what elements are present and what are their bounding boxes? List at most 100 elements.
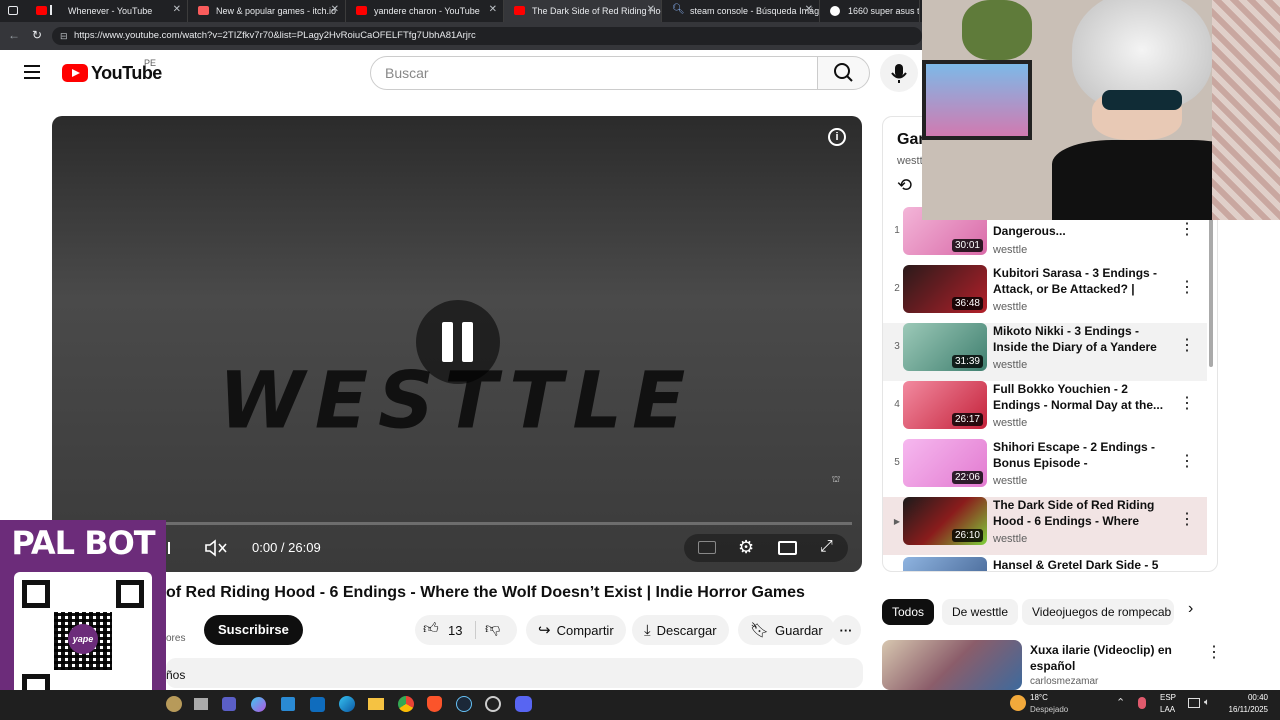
chip-from-channel[interactable]: De westtle	[942, 599, 1019, 625]
item-index: 5	[894, 457, 900, 468]
outlook-icon[interactable]	[310, 697, 325, 712]
item-title: Mikoto Nikki - 3 Endings - Inside the Di…	[993, 324, 1157, 354]
microphone-icon[interactable]	[1138, 697, 1146, 709]
yape-logo: yape	[68, 624, 98, 654]
share-button[interactable]: ↪ Compartir	[526, 615, 626, 645]
browser-tab[interactable]: yandere charon - YouTube ✕	[346, 0, 504, 22]
playlist-item-current[interactable]: ▶ 26:10 The Dark Side of Red Riding Hood…	[883, 497, 1207, 555]
close-tab-icon[interactable]: ✕	[489, 4, 497, 15]
close-tab-icon[interactable]: ✕	[647, 4, 655, 15]
settings-gear-icon[interactable]: ⚙	[738, 537, 754, 557]
more-vertical-icon[interactable]: ⋮	[1179, 451, 1195, 471]
video-thumbnail: 36:48	[903, 265, 987, 313]
theater-mode-icon[interactable]	[778, 541, 797, 555]
bookmark-icon: 🔖︎	[750, 622, 770, 639]
search-placeholder: Buscar	[385, 65, 429, 81]
steam-icon[interactable]	[456, 696, 472, 712]
download-icon: ⤓	[644, 621, 651, 639]
more-vertical-icon[interactable]: ⋮	[1179, 335, 1195, 355]
loop-icon[interactable]: ⟲	[897, 175, 912, 196]
chrome-icon[interactable]	[398, 696, 414, 712]
language-indicator[interactable]: ESP	[1160, 693, 1176, 702]
discord-icon[interactable]	[515, 696, 532, 712]
dislike-icon[interactable]: 👎︎	[485, 620, 500, 638]
windows-taskbar: 18°C Despejado ⌃ ESP LAA 🔈︎ 00:40 16/11/…	[0, 690, 1280, 720]
site-info-icon[interactable]: ⊟	[60, 27, 68, 45]
volume-icon[interactable]: 🔈︎	[1204, 697, 1210, 708]
playlist-scrollbar[interactable]	[1209, 217, 1213, 367]
mute-button[interactable]	[202, 536, 230, 560]
chip-puzzle-games[interactable]: Videojuegos de rompecab	[1022, 599, 1174, 625]
close-tab-icon[interactable]: ✕	[331, 4, 339, 15]
item-title: The Dark Side of Red Riding Hood - 6 End…	[993, 498, 1155, 528]
store-icon[interactable]	[281, 697, 295, 711]
browser-tab[interactable]: New & popular games - itch.io ✕	[188, 0, 346, 22]
voice-search-button[interactable]	[880, 54, 918, 92]
close-tab-icon[interactable]: ✕	[173, 4, 181, 15]
youtube-logo[interactable]: YouTube PE	[62, 58, 162, 84]
info-icon[interactable]: i	[828, 128, 846, 146]
more-vertical-icon[interactable]: ⋮	[1179, 219, 1195, 239]
more-vertical-icon[interactable]: ⋮	[1179, 277, 1195, 297]
fullscreen-icon[interactable]: ⤢	[820, 538, 833, 556]
obs-icon[interactable]	[485, 696, 501, 712]
reload-icon[interactable]: ↻	[32, 28, 42, 42]
more-vertical-icon[interactable]: ⋮	[1179, 393, 1195, 413]
video-thumbnail	[903, 557, 987, 571]
browser-tab[interactable]: 🔍︎ steam console - Búsqueda Imágen ✕	[662, 0, 820, 22]
search-input[interactable]: Buscar	[370, 56, 818, 90]
more-actions-button[interactable]: ···	[831, 615, 861, 645]
progress-bar[interactable]	[162, 522, 852, 525]
brave-icon[interactable]	[427, 696, 442, 712]
subtitles-icon[interactable]	[698, 541, 716, 554]
browser-tab-active[interactable]: The Dark Side of Red Riding Hoo ✕	[504, 0, 662, 22]
playlist-item[interactable]: 4 26:17 Full Bokko Youchien - 2 Endings …	[883, 381, 1207, 439]
subscribe-button[interactable]: Suscribirse	[204, 615, 303, 645]
more-vertical-icon[interactable]: ⋮	[1206, 642, 1222, 662]
copilot-icon[interactable]	[251, 697, 266, 712]
like-icon[interactable]: 👍︎	[423, 620, 439, 638]
channel-watermark[interactable]: ⛫	[822, 474, 850, 502]
address-bar[interactable]: ⊟ https://www.youtube.com/watch?v=2TIZfk…	[52, 27, 922, 45]
item-channel: westtle	[993, 533, 1028, 545]
webcam-overlay	[922, 0, 1280, 220]
recommendation-title[interactable]: Xuxa ilarie (Videoclip) en español	[1030, 642, 1190, 674]
weather-temp[interactable]: 18°C	[1030, 693, 1048, 702]
network-icon[interactable]	[1188, 698, 1200, 708]
back-icon[interactable]: ←	[8, 28, 20, 42]
next-icon[interactable]	[168, 542, 170, 554]
chip-all[interactable]: Todos	[882, 599, 935, 625]
playlist-item[interactable]: 5 22:06 Shihori Escape - 2 Endings - Bon…	[883, 439, 1207, 497]
clock-time[interactable]: 00:40	[1228, 693, 1268, 702]
google-search-favicon-icon: 🔍︎	[672, 4, 685, 15]
video-thumbnail: 26:17	[903, 381, 987, 429]
video-player[interactable]: WESTTLE i ⛫ 0:00 / 26:09 ⚙ ⤢	[52, 116, 862, 572]
teams-icon[interactable]	[222, 697, 236, 711]
duration-badge: 26:17	[951, 413, 983, 426]
playlist-item[interactable]: Hansel & Gretel Dark Side - 5	[883, 557, 1207, 571]
download-label: Descargar	[656, 622, 717, 638]
now-playing-indicator: ▶	[893, 517, 901, 526]
curtain	[1212, 0, 1280, 220]
taskbar-app-icon[interactable]	[194, 698, 208, 710]
file-explorer-icon[interactable]	[368, 698, 384, 710]
playlist-item-hovered[interactable]: 3 31:39 Mikoto Nikki - 3 Endings - Insid…	[883, 323, 1207, 381]
search-button[interactable]	[817, 56, 870, 90]
save-button[interactable]: 🔖︎ Guardar	[738, 615, 835, 645]
browser-tab[interactable]: 1660 super asus tuf g	[820, 0, 920, 22]
playlist-item[interactable]: 2 36:48 Kubitori Sarasa - 3 Endings - At…	[883, 265, 1207, 323]
pause-button[interactable]	[416, 300, 500, 384]
taskbar-app-icon[interactable]	[166, 696, 182, 712]
download-button[interactable]: ⤓ Descargar	[632, 615, 729, 645]
recommendation-thumbnail[interactable]	[882, 640, 1022, 690]
browser-tab[interactable]: Whenever - YouTube ✕	[26, 0, 188, 22]
description-box[interactable]: ños	[166, 658, 863, 688]
menu-icon[interactable]	[24, 65, 40, 79]
tab-actions-button[interactable]	[0, 0, 26, 22]
close-tab-icon[interactable]: ✕	[805, 4, 813, 15]
edge-icon[interactable]	[339, 696, 355, 712]
tray-chevron-up-icon[interactable]: ⌃	[1116, 696, 1125, 709]
chevron-right-icon[interactable]: ›	[1188, 600, 1193, 618]
item-index: 3	[894, 341, 900, 352]
more-vertical-icon[interactable]: ⋮	[1179, 509, 1195, 529]
